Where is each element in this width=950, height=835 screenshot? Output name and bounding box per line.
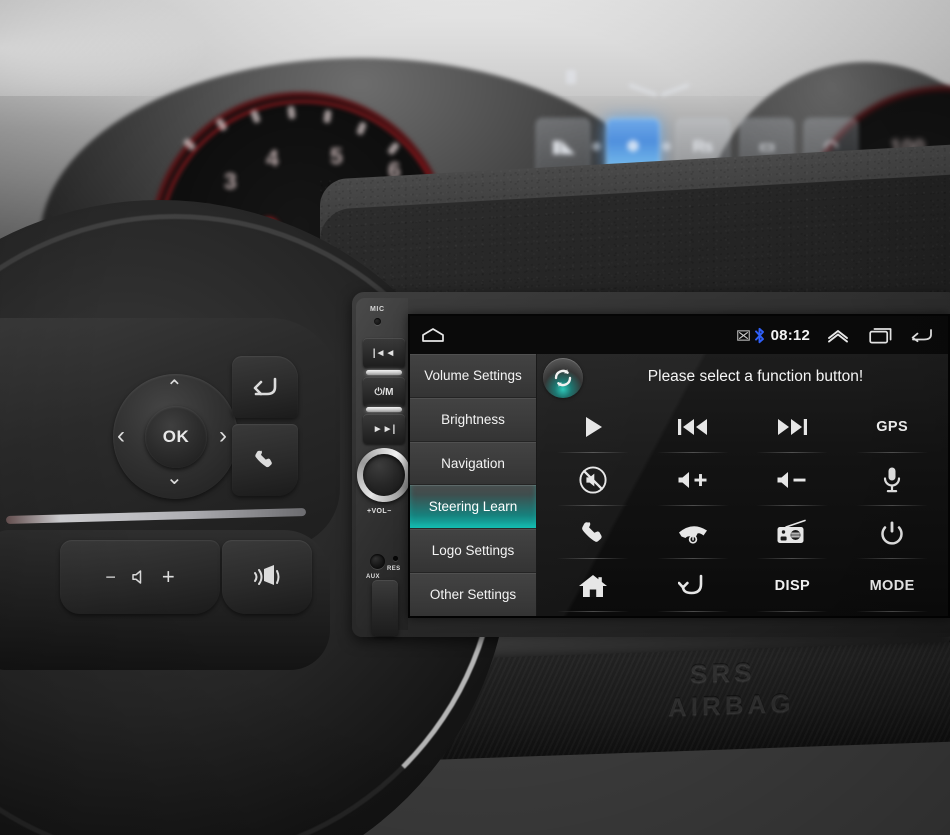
dpad-up-icon[interactable]: ⌃ bbox=[166, 378, 183, 398]
function-button-voice[interactable] bbox=[842, 453, 942, 506]
led-strip-lower bbox=[366, 407, 402, 412]
status-recents-button[interactable] bbox=[858, 327, 904, 344]
pane-header: Please select a function button! bbox=[537, 354, 948, 400]
volume-knob[interactable] bbox=[363, 454, 405, 496]
volume-up-icon bbox=[678, 471, 707, 488]
recent-apps-icon bbox=[869, 327, 892, 343]
refresh-icon bbox=[554, 369, 572, 387]
power-icon bbox=[881, 521, 903, 545]
screenshot-root: 2 3 4 5 6 7 2 100 80 ▮◣ ❅ ₨ ▭ ◠ SRS AIRB… bbox=[0, 0, 950, 835]
mic-hole bbox=[374, 318, 381, 325]
function-button-call-end[interactable] bbox=[643, 506, 743, 559]
bluetooth-icon bbox=[754, 327, 764, 343]
volume-down-icon bbox=[777, 471, 806, 488]
microphone-icon bbox=[884, 467, 901, 492]
disp-label: DISP bbox=[774, 577, 811, 594]
sidebar-item-brightness[interactable]: Brightness bbox=[410, 397, 536, 442]
pane-title: Please select a function button! bbox=[647, 368, 864, 385]
settings-screen: Volume Settings Brightness Navigation St… bbox=[410, 354, 948, 616]
function-button-volume-down[interactable] bbox=[743, 453, 843, 506]
steering-learn-pane: Please select a function button! GPS DIS… bbox=[537, 354, 948, 616]
phone-icon bbox=[582, 521, 602, 542]
function-button-power[interactable] bbox=[842, 506, 942, 559]
status-expand-button[interactable] bbox=[818, 328, 858, 343]
sidebar-item-logo-settings[interactable]: Logo Settings bbox=[410, 529, 536, 574]
sidebar-item-other-settings[interactable]: Other Settings bbox=[410, 573, 536, 616]
radio-icon bbox=[777, 519, 807, 543]
next-track-hw-button[interactable]: ►►| bbox=[363, 414, 405, 444]
refresh-button[interactable] bbox=[543, 358, 583, 398]
steering-back-button[interactable] bbox=[232, 356, 298, 418]
tach-number: 5 bbox=[330, 143, 343, 169]
power-mode-hw-button[interactable]: ⏻/M bbox=[363, 377, 405, 407]
dpad-right-icon[interactable]: › bbox=[219, 424, 227, 448]
function-button-mute[interactable] bbox=[543, 453, 643, 506]
signal-x-icon bbox=[736, 329, 750, 341]
steering-phone-button[interactable] bbox=[232, 424, 298, 496]
previous-track-icon bbox=[677, 418, 707, 435]
prev-track-hw-button[interactable]: |◄◄ bbox=[363, 338, 405, 368]
gps-label: GPS bbox=[876, 418, 909, 435]
srs-label: SRS bbox=[690, 656, 756, 690]
function-button-gps[interactable]: GPS bbox=[842, 400, 942, 453]
function-button-call-answer[interactable] bbox=[543, 506, 643, 559]
phone-hangup-icon bbox=[678, 525, 707, 544]
sidebar-item-navigation[interactable]: Navigation bbox=[410, 441, 536, 486]
mute-icon bbox=[579, 465, 607, 494]
play-icon bbox=[585, 416, 602, 437]
panel-release-clip[interactable] bbox=[372, 580, 398, 636]
cluster-indicator bbox=[566, 70, 576, 84]
sidebar-item-steering-learn[interactable]: Steering Learn bbox=[410, 485, 536, 530]
home-house-icon bbox=[578, 574, 607, 597]
volume-knob-label: +VOL− bbox=[367, 508, 392, 515]
reset-label: RES bbox=[387, 566, 401, 572]
status-clock: 08:12 bbox=[770, 326, 810, 344]
sidebar-item-volume-settings[interactable]: Volume Settings bbox=[410, 354, 536, 398]
dpad-left-icon[interactable]: ‹ bbox=[117, 424, 125, 448]
function-button-play[interactable] bbox=[543, 400, 643, 453]
function-button-previous-track[interactable] bbox=[643, 400, 743, 453]
status-bluetooth-button[interactable] bbox=[750, 327, 765, 344]
function-button-mode[interactable]: MODE bbox=[842, 559, 942, 612]
function-button-next-track[interactable] bbox=[743, 400, 843, 453]
speaker-icon bbox=[132, 570, 142, 584]
volume-plus-label[interactable]: + bbox=[162, 564, 175, 590]
head-unit-touchscreen[interactable]: 08:12 Volume Settings Brightness Navigat… bbox=[410, 316, 948, 616]
aux-jack[interactable] bbox=[370, 554, 385, 569]
back-arrow-icon bbox=[911, 329, 932, 343]
android-status-bar: 08:12 bbox=[410, 316, 948, 354]
function-button-disp[interactable]: DISP bbox=[743, 559, 843, 612]
phone-icon bbox=[255, 450, 272, 468]
airbag-label: AIRBAG bbox=[668, 687, 795, 723]
steering-volume-button[interactable]: − + bbox=[60, 540, 220, 614]
voice-command-icon bbox=[254, 565, 280, 585]
settings-sidebar: Volume Settings Brightness Navigation St… bbox=[410, 354, 537, 616]
next-track-icon bbox=[778, 418, 808, 435]
function-button-volume-up[interactable] bbox=[643, 453, 743, 506]
home-icon bbox=[422, 328, 444, 342]
status-home-button[interactable] bbox=[410, 316, 456, 354]
status-back-button[interactable] bbox=[904, 327, 942, 343]
function-button-home[interactable] bbox=[543, 559, 643, 612]
steering-voice-button[interactable] bbox=[222, 540, 312, 614]
volume-minus-label[interactable]: − bbox=[105, 567, 116, 588]
function-button-radio[interactable] bbox=[743, 506, 843, 559]
led-strip-upper bbox=[366, 370, 402, 375]
chevron-up-icon bbox=[828, 329, 848, 342]
status-signal-button[interactable] bbox=[736, 329, 750, 342]
function-button-back[interactable] bbox=[643, 559, 743, 612]
function-button-grid: GPS DISP MODE bbox=[537, 400, 948, 616]
mic-label: MIC bbox=[370, 306, 385, 313]
return-arrow-icon bbox=[253, 377, 277, 396]
tach-number: 4 bbox=[266, 145, 279, 171]
back-undo-icon bbox=[677, 574, 702, 594]
mode-label: MODE bbox=[869, 577, 915, 594]
reset-pinhole[interactable] bbox=[393, 556, 398, 561]
tach-number: 3 bbox=[224, 168, 237, 194]
dpad-down-icon[interactable]: ⌄ bbox=[166, 468, 183, 488]
dpad-ok-button[interactable]: OK bbox=[145, 406, 207, 468]
